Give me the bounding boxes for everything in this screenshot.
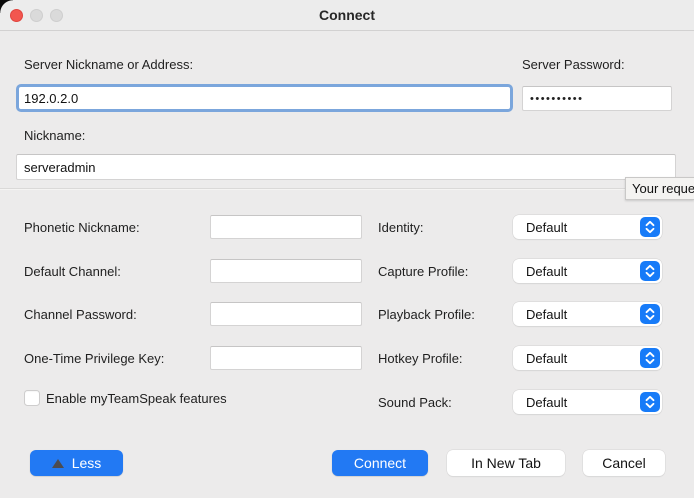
- less-button[interactable]: Less: [30, 450, 123, 476]
- in-new-tab-button-label: In New Tab: [471, 455, 541, 471]
- myteamspeak-checkbox-label: Enable myTeamSpeak features: [46, 391, 227, 406]
- server-password-value: ••••••••••: [530, 93, 584, 105]
- channel-password-input[interactable]: [210, 302, 362, 326]
- capture-profile-dropdown-value: Default: [526, 264, 567, 279]
- channel-password-label: Channel Password:: [24, 307, 137, 322]
- server-address-value: 192.0.2.0: [24, 91, 78, 106]
- identity-dropdown[interactable]: Default: [513, 215, 662, 239]
- cancel-button-label: Cancel: [602, 455, 646, 471]
- playback-profile-label: Playback Profile:: [378, 307, 475, 322]
- capture-profile-label: Capture Profile:: [378, 264, 468, 279]
- less-button-label: Less: [72, 455, 102, 471]
- collapse-triangle-icon: [52, 459, 64, 468]
- title-bar: Connect: [0, 0, 694, 31]
- sound-pack-dropdown-value: Default: [526, 395, 567, 410]
- chevron-up-down-icon: [640, 392, 660, 412]
- hotkey-profile-dropdown-value: Default: [526, 351, 567, 366]
- hotkey-profile-label: Hotkey Profile:: [378, 351, 463, 366]
- zoom-button: [50, 9, 63, 22]
- identity-dropdown-value: Default: [526, 220, 567, 235]
- minimize-button: [30, 9, 43, 22]
- connect-button-label: Connect: [354, 455, 406, 471]
- tooltip: Your reque: [625, 177, 694, 200]
- phonetic-nickname-label: Phonetic Nickname:: [24, 220, 140, 235]
- connect-button[interactable]: Connect: [332, 450, 428, 476]
- nickname-value: serveradmin: [24, 160, 96, 175]
- nickname-input[interactable]: serveradmin: [16, 154, 676, 180]
- server-password-label: Server Password:: [522, 57, 625, 72]
- chevron-up-down-icon: [640, 304, 660, 324]
- playback-profile-dropdown-value: Default: [526, 307, 567, 322]
- chevron-up-down-icon: [640, 217, 660, 237]
- privilege-key-label: One-Time Privilege Key:: [24, 351, 164, 366]
- chevron-up-down-icon: [640, 348, 660, 368]
- privilege-key-input[interactable]: [210, 346, 362, 370]
- server-password-input[interactable]: ••••••••••: [522, 86, 672, 111]
- window-title: Connect: [0, 0, 694, 31]
- tooltip-text: Your reque: [632, 181, 694, 196]
- sound-pack-label: Sound Pack:: [378, 395, 452, 410]
- nickname-label: Nickname:: [24, 128, 85, 143]
- myteamspeak-checkbox[interactable]: [24, 390, 40, 406]
- sound-pack-dropdown[interactable]: Default: [513, 390, 662, 414]
- phonetic-nickname-input[interactable]: [210, 215, 362, 239]
- server-address-label: Server Nickname or Address:: [24, 57, 193, 72]
- server-address-input[interactable]: 192.0.2.0: [16, 84, 513, 112]
- playback-profile-dropdown[interactable]: Default: [513, 302, 662, 326]
- chevron-up-down-icon: [640, 261, 660, 281]
- in-new-tab-button[interactable]: In New Tab: [447, 450, 565, 476]
- cancel-button[interactable]: Cancel: [583, 450, 665, 476]
- default-channel-input[interactable]: [210, 259, 362, 283]
- identity-label: Identity:: [378, 220, 424, 235]
- rounded-corner-artifact: [0, 0, 13, 13]
- section-divider: [0, 188, 694, 190]
- hotkey-profile-dropdown[interactable]: Default: [513, 346, 662, 370]
- capture-profile-dropdown[interactable]: Default: [513, 259, 662, 283]
- connect-dialog: Connect Server Nickname or Address: 192.…: [0, 0, 694, 498]
- default-channel-label: Default Channel:: [24, 264, 121, 279]
